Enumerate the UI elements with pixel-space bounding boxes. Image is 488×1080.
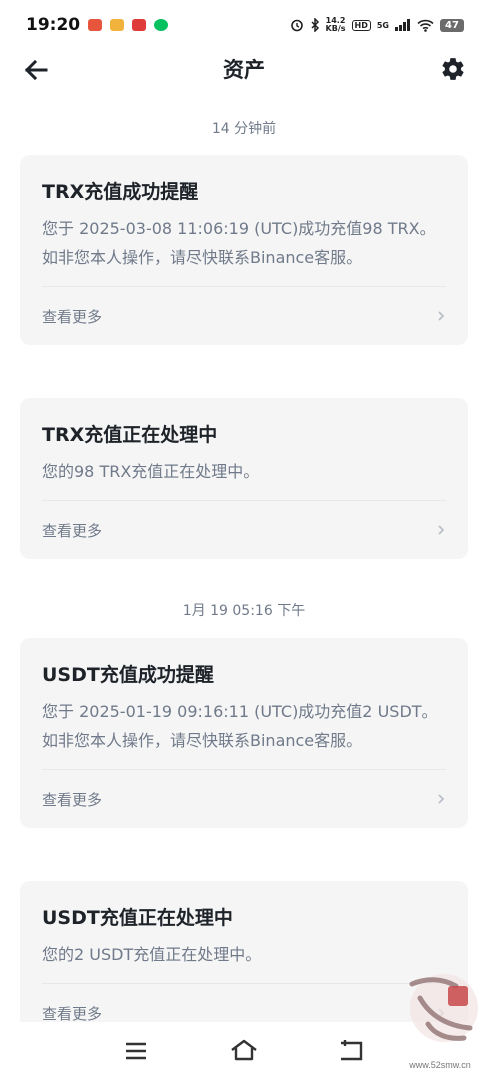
status-bar-right: 14.2 KB/s HD 5G 47	[290, 17, 464, 33]
card-title: USDT充值成功提醒	[42, 664, 214, 686]
speed-unit: KB/s	[325, 24, 346, 33]
watermark-logo: www.52smw.cn	[408, 974, 478, 1070]
chevron-right-icon	[438, 525, 445, 535]
card-body: 您的98 TRX充值正在处理中。	[42, 462, 260, 481]
network-speed: 14.2 KB/s	[326, 17, 346, 33]
notification-card[interactable]: TRX充值成功提醒 您于 2025-03-08 11:06:19 (UTC)成功…	[20, 155, 468, 345]
group-timestamp: 14 分钟前	[211, 121, 277, 137]
back-icon[interactable]	[337, 1036, 367, 1066]
card-title: TRX充值成功提醒	[42, 181, 199, 203]
view-more-link[interactable]: 查看更多	[42, 789, 102, 810]
network-type: 5G	[376, 20, 389, 30]
view-more-row[interactable]: 查看更多	[42, 287, 446, 345]
status-bar: 19:20 14.2 KB/s HD 5G 47	[0, 0, 488, 50]
card-title: TRX充值正在处理中	[42, 424, 218, 446]
chevron-right-icon	[438, 794, 445, 804]
alarm-icon	[290, 19, 303, 32]
card-body: 您于 2025-03-08 11:06:19 (UTC)成功充值98 TRX。 …	[42, 219, 436, 267]
chevron-right-icon	[438, 311, 445, 321]
status-bar-left: 19:20	[26, 15, 169, 35]
notification-card[interactable]: TRX充值正在处理中 您的98 TRX充值正在处理中。 查看更多	[20, 398, 468, 559]
wechat-icon	[154, 19, 169, 31]
view-more-link[interactable]: 查看更多	[42, 520, 102, 541]
notification-card[interactable]: USDT充值成功提醒 您于 2025-01-19 09:16:11 (UTC)成…	[20, 638, 468, 828]
card-title: USDT充值正在处理中	[42, 907, 233, 929]
card-body: 您的2 USDT充值正在处理中。	[42, 945, 262, 964]
app-notification-icon	[110, 19, 125, 31]
view-more-row[interactable]: 查看更多	[42, 770, 446, 828]
wifi-icon	[417, 19, 434, 32]
page-title: 资产	[223, 58, 265, 82]
app-notification-icon	[88, 19, 103, 31]
view-more-link[interactable]: 查看更多	[42, 1003, 102, 1024]
header: 资产	[0, 50, 488, 90]
card-body: 您于 2025-01-19 09:16:11 (UTC)成功充值2 USDT。 …	[42, 702, 438, 750]
menu-icon[interactable]	[121, 1036, 151, 1066]
hd-badge: HD	[351, 19, 371, 31]
home-icon[interactable]	[229, 1036, 259, 1066]
gear-icon[interactable]	[440, 56, 466, 82]
watermark-text: www.52smw.cn	[408, 1060, 471, 1070]
view-more-link[interactable]: 查看更多	[42, 306, 102, 327]
signal-icon	[395, 19, 410, 31]
group-timestamp: 1月 19 05:16 下午	[182, 603, 306, 619]
app-notification-icon	[132, 19, 147, 31]
battery-icon: 47	[440, 18, 464, 32]
status-time: 19:20	[26, 15, 81, 35]
view-more-row[interactable]: 查看更多	[42, 501, 446, 559]
bluetooth-icon	[311, 18, 319, 32]
